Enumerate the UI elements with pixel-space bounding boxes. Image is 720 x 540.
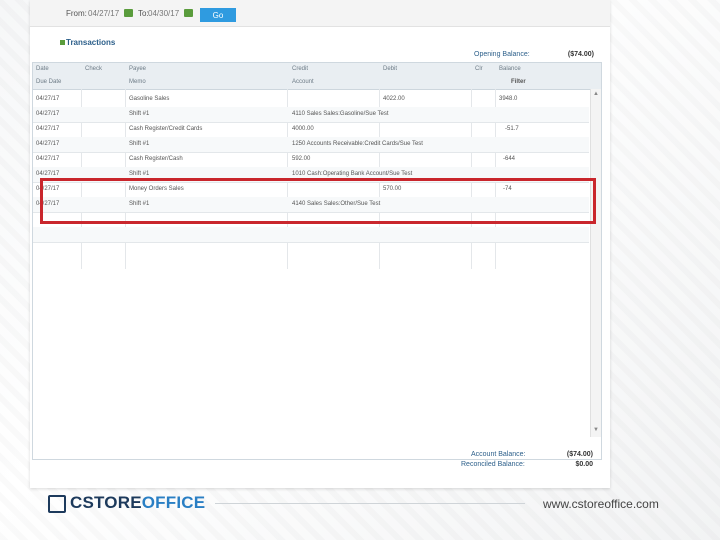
- cell-payee: Cash Register/Credit Cards: [129, 126, 203, 132]
- reconciled-balance-value: $0.00: [575, 461, 593, 468]
- col-date[interactable]: Date: [36, 66, 49, 72]
- go-button[interactable]: Go: [200, 8, 236, 22]
- cell-date: 04/27/17: [36, 111, 60, 117]
- vertical-scrollbar[interactable]: ▲ ▼: [590, 89, 601, 437]
- col-balance[interactable]: Balance: [499, 66, 521, 72]
- cell-account: 1010 Cash:Operating Bank Account/Sue Tes…: [292, 171, 413, 177]
- cell-account: 4110 Sales Sales:Gasoline/Sue Test: [292, 111, 389, 117]
- highlight-box: [40, 178, 596, 224]
- footer-divider: [215, 503, 525, 504]
- opening-balance-value: ($74.00): [567, 51, 594, 58]
- col-due-date[interactable]: Due Date: [36, 79, 61, 85]
- cell-balance: -51.7: [505, 126, 519, 132]
- from-label: From:: [66, 9, 87, 18]
- table-row[interactable]: 04/27/17 Cash Register/Credit Cards 4000…: [33, 122, 589, 138]
- table-row-empty[interactable]: [33, 227, 589, 243]
- logo-text-part1: CSTORE: [70, 493, 142, 512]
- grid-header-bottom: Due Date Memo Account Filter: [33, 76, 601, 90]
- table-row[interactable]: 04/27/17 Shift #1 1250 Accounts Receivab…: [33, 137, 589, 153]
- date-filter-bar: From: 04/27/17 To: 04/30/17 Go: [30, 0, 610, 27]
- reconciled-balance-label: Reconciled Balance:: [461, 461, 525, 468]
- cell-account: 1250 Accounts Receivable:Credit Cards/Su…: [292, 141, 423, 147]
- calendar-icon[interactable]: [184, 9, 193, 17]
- table-row[interactable]: 04/27/17 Cash Register/Cash 592.00 -644: [33, 152, 589, 168]
- filter-button[interactable]: Filter: [511, 79, 526, 85]
- transactions-grid: Date Check Payee Credit Debit Clr Balanc…: [32, 62, 602, 468]
- col-debit[interactable]: Debit: [383, 66, 397, 72]
- from-date-field[interactable]: 04/27/17: [88, 9, 119, 18]
- table-row[interactable]: 04/27/17 Shift #1 4110 Sales Sales:Gasol…: [33, 107, 589, 123]
- cell-balance: 3948.0: [499, 96, 518, 102]
- to-date-field[interactable]: 04/30/17: [148, 9, 179, 18]
- cell-date: 04/27/17: [36, 96, 60, 102]
- monitor-icon: [48, 495, 66, 513]
- website-url[interactable]: www.cstoreoffice.com: [543, 497, 659, 511]
- scroll-down-icon[interactable]: ▼: [593, 427, 599, 433]
- cell-payee: Shift #1: [129, 141, 150, 147]
- logo-text-part2: OFFICE: [141, 493, 206, 512]
- expand-icon[interactable]: [60, 40, 65, 45]
- col-clr[interactable]: Clr: [475, 66, 483, 72]
- scroll-up-icon[interactable]: ▲: [593, 91, 599, 97]
- col-account[interactable]: Account: [292, 79, 314, 85]
- account-balance-label: Account Balance:: [471, 451, 526, 458]
- grid-header-top: Date Check Payee Credit Debit Clr Balanc…: [33, 63, 601, 77]
- cell-payee: Shift #1: [129, 171, 150, 177]
- cell-payee: Cash Register/Cash: [129, 156, 183, 162]
- cell-payee: Gasoline Sales: [129, 96, 170, 102]
- table-row[interactable]: 04/27/17 Gasoline Sales 4022.00 3948.0: [33, 92, 589, 108]
- cell-credit: 592.00: [292, 156, 311, 162]
- cell-date: 04/27/17: [36, 156, 60, 162]
- col-payee[interactable]: Payee: [129, 66, 146, 72]
- cell-date: 04/27/17: [36, 141, 60, 147]
- col-check[interactable]: Check: [85, 66, 102, 72]
- cell-credit: 4000.00: [292, 126, 314, 132]
- calendar-icon[interactable]: [124, 9, 133, 17]
- logo-text: CSTOREOFFICE: [70, 493, 205, 513]
- cell-date: 04/27/17: [36, 171, 60, 177]
- cell-date: 04/27/17: [36, 126, 60, 132]
- cell-debit: 4022.00: [383, 96, 405, 102]
- account-balance-value: ($74.00): [566, 451, 593, 458]
- transactions-title: Transactions: [66, 38, 116, 47]
- col-memo[interactable]: Memo: [129, 79, 146, 85]
- cell-balance: -644: [503, 156, 516, 162]
- opening-balance-label: Opening Balance:: [474, 51, 530, 58]
- col-credit[interactable]: Credit: [292, 66, 308, 72]
- cell-payee: Shift #1: [129, 111, 150, 117]
